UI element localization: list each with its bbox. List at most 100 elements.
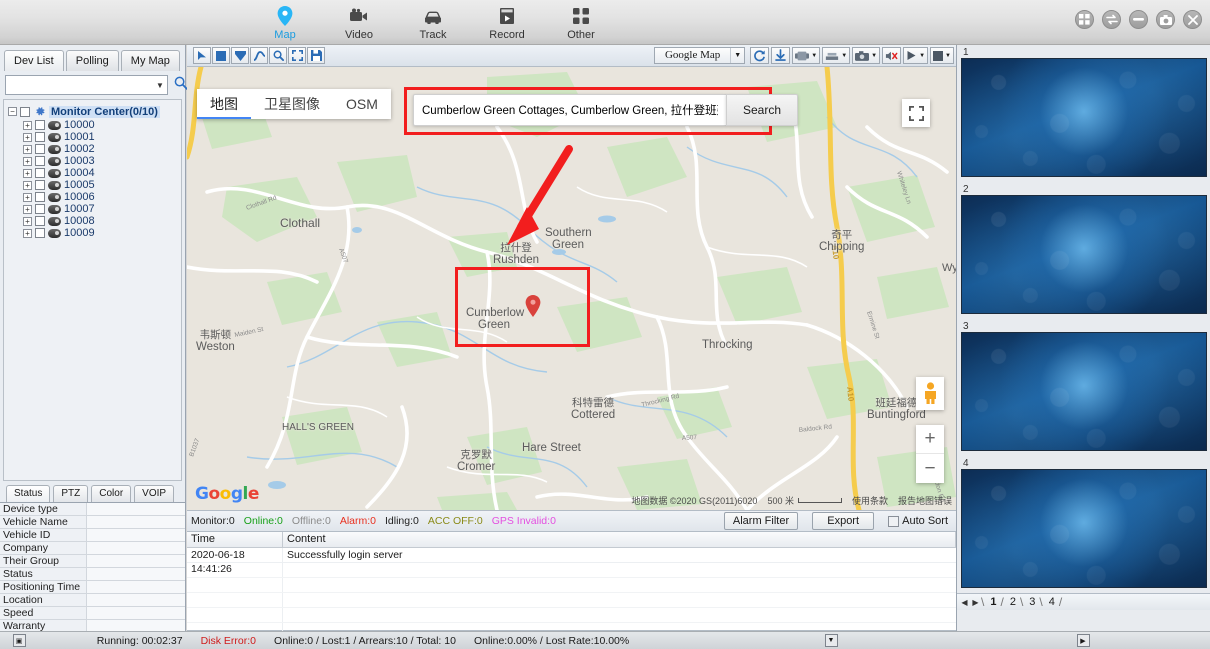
tree-node-checkbox[interactable] bbox=[35, 168, 45, 178]
tree-node-checkbox[interactable] bbox=[35, 228, 45, 238]
tree-node-checkbox[interactable] bbox=[35, 120, 45, 130]
expand-icon[interactable]: + bbox=[23, 132, 32, 142]
video-cell-3[interactable]: 3 bbox=[957, 319, 1210, 456]
map-provider-select[interactable]: Google Map ▼ bbox=[653, 47, 746, 64]
expand-icon[interactable]: + bbox=[23, 144, 32, 154]
zoom-in-button[interactable]: + bbox=[916, 425, 944, 454]
video-page-1[interactable]: 1 bbox=[984, 594, 1000, 610]
video-page-next[interactable]: ▶ bbox=[970, 598, 981, 607]
minimize-icon[interactable] bbox=[1129, 10, 1148, 29]
map-type-osm[interactable]: OSM bbox=[333, 96, 391, 112]
search-icon[interactable] bbox=[174, 73, 188, 93]
expand-right-icon[interactable]: ▶ bbox=[1076, 634, 1090, 647]
tree-root-checkbox[interactable] bbox=[20, 106, 30, 117]
expand-icon[interactable]: + bbox=[23, 120, 32, 130]
tree-node-checkbox[interactable] bbox=[35, 216, 45, 226]
map-type-ditu[interactable]: 地图 bbox=[197, 89, 251, 119]
map-terms-link[interactable]: 使用条款 bbox=[852, 494, 888, 507]
tree-node-checkbox[interactable] bbox=[35, 156, 45, 166]
map-report-link[interactable]: 报告地图错误 bbox=[898, 494, 952, 507]
nav-item-track[interactable]: Track bbox=[396, 2, 470, 44]
tree-root-node[interactable]: − Monitor Center(0/10) bbox=[8, 104, 181, 119]
chevron-down-icon[interactable]: ▼ bbox=[945, 53, 951, 59]
video-page-3[interactable]: 3 bbox=[1023, 594, 1039, 610]
switch-user-icon[interactable] bbox=[1102, 10, 1121, 29]
play-icon[interactable]: ▼ bbox=[903, 47, 929, 64]
auto-sort-checkbox[interactable] bbox=[888, 515, 900, 527]
expand-icon[interactable]: + bbox=[23, 192, 32, 202]
tab-status[interactable]: Status bbox=[6, 485, 51, 502]
video-cell-4[interactable]: 4 bbox=[957, 456, 1210, 593]
tree-node-10008[interactable]: +10008 bbox=[23, 215, 181, 227]
auto-sort-toggle[interactable]: Auto Sort bbox=[888, 515, 948, 527]
camera-icon[interactable]: ▼ bbox=[852, 47, 881, 64]
zoom-out-button[interactable]: − bbox=[916, 454, 944, 483]
chevron-down-icon[interactable]: ▼ bbox=[153, 81, 167, 90]
layers-icon[interactable]: ▼ bbox=[822, 47, 851, 64]
tree-node-checkbox[interactable] bbox=[35, 204, 45, 214]
sidebar-tab-polling[interactable]: Polling bbox=[65, 50, 119, 71]
expand-icon[interactable]: + bbox=[23, 204, 32, 214]
fullscreen-icon[interactable] bbox=[902, 99, 930, 127]
rectangle-icon[interactable] bbox=[212, 47, 230, 64]
column-header-content[interactable]: Content bbox=[283, 532, 956, 547]
expand-left-icon[interactable]: ▣ bbox=[12, 634, 26, 647]
nav-item-other[interactable]: Other bbox=[544, 2, 618, 44]
collapse-bottom-icon[interactable]: ▼ bbox=[824, 634, 838, 647]
nav-item-map[interactable]: Map bbox=[248, 2, 322, 44]
zoom-icon[interactable] bbox=[269, 47, 287, 64]
chevron-down-icon[interactable]: ▼ bbox=[841, 53, 847, 59]
nav-item-record[interactable]: Record bbox=[470, 2, 544, 44]
video-display[interactable] bbox=[961, 332, 1207, 451]
chevron-down-icon[interactable]: ▼ bbox=[871, 53, 877, 59]
tree-node-checkbox[interactable] bbox=[35, 180, 45, 190]
video-display[interactable] bbox=[961, 195, 1207, 314]
tree-node-10005[interactable]: +10005 bbox=[23, 179, 181, 191]
sidebar-tab-dev-list[interactable]: Dev List bbox=[4, 50, 64, 71]
close-icon[interactable] bbox=[1183, 10, 1202, 29]
tab-voip[interactable]: VOIP bbox=[134, 485, 175, 502]
label-icon[interactable]: ▼ bbox=[792, 47, 821, 64]
tree-node-10004[interactable]: +10004 bbox=[23, 167, 181, 179]
column-header-time[interactable]: Time bbox=[187, 532, 283, 547]
tree-node-10009[interactable]: +10009 bbox=[23, 227, 181, 239]
tree-node-checkbox[interactable] bbox=[35, 144, 45, 154]
tree-node-10007[interactable]: +10007 bbox=[23, 203, 181, 215]
video-display[interactable] bbox=[961, 58, 1207, 177]
stop-icon[interactable]: ▼ bbox=[930, 47, 954, 64]
tree-node-checkbox[interactable] bbox=[35, 192, 45, 202]
expand-icon[interactable]: + bbox=[23, 156, 32, 166]
sidebar-tab-my-map[interactable]: My Map bbox=[120, 50, 180, 71]
tree-node-10003[interactable]: +10003 bbox=[23, 155, 181, 167]
tab-ptz[interactable]: PTZ bbox=[53, 485, 89, 502]
video-display[interactable] bbox=[961, 469, 1207, 588]
export-button[interactable]: Export bbox=[812, 512, 875, 530]
download-icon[interactable] bbox=[771, 47, 791, 64]
search-input[interactable] bbox=[6, 76, 153, 94]
video-cell-2[interactable]: 2 bbox=[957, 182, 1210, 319]
log-row[interactable]: 2020-06-18 14:41:26 Successfully login se… bbox=[187, 548, 956, 575]
pointer-icon[interactable] bbox=[193, 47, 211, 64]
expand-icon[interactable]: + bbox=[23, 216, 32, 226]
map-type-satellite[interactable]: 卫星图像 bbox=[251, 94, 333, 114]
expand-icon[interactable]: + bbox=[23, 180, 32, 190]
tree-node-10001[interactable]: +10001 bbox=[23, 131, 181, 143]
fit-icon[interactable] bbox=[288, 47, 306, 64]
chevron-down-icon[interactable]: ▼ bbox=[811, 53, 817, 59]
tree-node-checkbox[interactable] bbox=[35, 132, 45, 142]
refresh-icon[interactable] bbox=[750, 47, 770, 64]
save-icon[interactable] bbox=[307, 47, 325, 64]
polygon-icon[interactable] bbox=[231, 47, 249, 64]
tree-node-10002[interactable]: +10002 bbox=[23, 143, 181, 155]
video-page-4[interactable]: 4 bbox=[1043, 594, 1059, 610]
map-search-button[interactable]: Search bbox=[726, 94, 798, 126]
pegman-icon[interactable] bbox=[916, 377, 944, 410]
chevron-down-icon[interactable]: ▼ bbox=[919, 53, 925, 59]
tab-color[interactable]: Color bbox=[91, 485, 132, 502]
grid-icon[interactable] bbox=[1075, 10, 1094, 29]
polyline-icon[interactable] bbox=[250, 47, 268, 64]
expand-icon[interactable]: + bbox=[23, 228, 32, 238]
mute-icon[interactable] bbox=[882, 47, 902, 64]
video-page-prev[interactable]: ◀ bbox=[959, 598, 970, 607]
tree-node-10006[interactable]: +10006 bbox=[23, 191, 181, 203]
